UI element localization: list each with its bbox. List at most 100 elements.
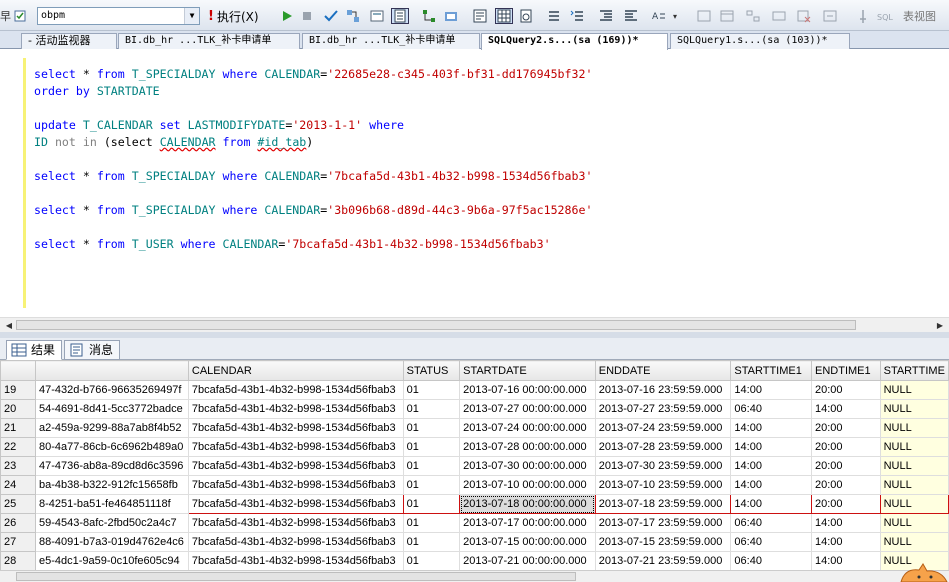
table-cell[interactable]: 06:40 <box>730 513 813 533</box>
column-header[interactable]: ENDTIME1 <box>811 360 881 381</box>
row-number[interactable]: 26 <box>0 513 36 533</box>
table-cell[interactable]: 2013-07-17 00:00:00.000 <box>459 513 596 533</box>
table-row[interactable]: 25 8-4251-ba51-fe464851118f 7bcafa5d-43b1-… <box>0 494 949 514</box>
column-header[interactable]: STARTDATE <box>459 360 596 381</box>
debug-play-icon[interactable] <box>279 8 295 24</box>
table-cell[interactable]: 7bcafa5d-43b1-4b32-b998-1534d56fbab3 <box>187 418 404 438</box>
table-row[interactable]: 22 80-4a77-86cb-6c6962b489a0 7bcafa5d-43b1… <box>0 437 949 457</box>
sql-code[interactable]: select * from T_SPECIALDAY where CALENDA… <box>34 66 592 253</box>
code-line[interactable]: select * from T_SPECIALDAY where CALENDA… <box>34 66 592 83</box>
code-line[interactable] <box>34 151 592 168</box>
code-line[interactable]: select * from T_SPECIALDAY where CALENDA… <box>34 202 592 219</box>
column-header[interactable] <box>34 360 189 381</box>
table-cell[interactable]: 01 <box>402 513 461 533</box>
table-cell[interactable]: 14:00 <box>811 532 881 552</box>
table-row[interactable]: 27 88-4091-b7a3-019d4762e4c6 7bcafa5d-43b1… <box>0 532 949 552</box>
manage-indexes-icon[interactable] <box>771 8 787 24</box>
comment-icon[interactable] <box>546 8 562 24</box>
table-cell[interactable]: 06:40 <box>730 532 813 552</box>
table-cell[interactable]: 01 <box>402 456 461 476</box>
designer-icon[interactable] <box>696 8 712 24</box>
table-cell[interactable]: 2013-07-10 23:59:59.000 <box>594 475 732 495</box>
code-line[interactable]: select * from T_SPECIALDAY where CALENDA… <box>34 168 592 185</box>
row-number-header[interactable] <box>0 360 36 381</box>
tab-messages[interactable]: 消息 <box>64 340 121 360</box>
table-cell[interactable]: 7bcafa5d-43b1-4b32-b998-1534d56fbab3 <box>187 551 404 570</box>
table-cell[interactable]: 20:00 <box>811 418 881 438</box>
table-cell[interactable]: NULL <box>879 456 949 476</box>
table-cell[interactable]: 2013-07-18 00:00:00.000 <box>459 494 596 514</box>
table-cell[interactable]: 2013-07-30 23:59:59.000 <box>594 456 732 476</box>
table-cell[interactable]: 01 <box>402 551 461 570</box>
table-cell[interactable]: NULL <box>879 532 949 552</box>
query-options-icon[interactable] <box>369 8 385 24</box>
table-cell[interactable]: 47-432d-b766-96635269497f <box>34 380 189 400</box>
table-cell[interactable]: 14:00 <box>730 380 813 400</box>
sql-code-editor[interactable]: select * from T_SPECIALDAY where CALENDA… <box>0 50 949 317</box>
table-cell[interactable]: 7bcafa5d-43b1-4b32-b998-1534d56fbab3 <box>187 437 404 457</box>
table-cell[interactable]: 14:00 <box>811 513 881 533</box>
chevron-down-icon[interactable]: ▼ <box>184 8 199 24</box>
relationships-icon[interactable] <box>745 8 761 24</box>
row-number[interactable]: 20 <box>0 399 36 419</box>
table-cell[interactable]: 2013-07-27 23:59:59.000 <box>594 399 732 419</box>
table-cell[interactable]: NULL <box>879 475 949 495</box>
table-cell[interactable]: 2013-07-28 23:59:59.000 <box>594 437 732 457</box>
table-cell[interactable]: 7bcafa5d-43b1-4b32-b998-1534d56fbab3 <box>187 494 404 514</box>
pin-icon[interactable] <box>855 8 871 24</box>
table-cell[interactable]: 2013-07-16 00:00:00.000 <box>459 380 596 400</box>
table-cell[interactable]: 01 <box>402 475 461 495</box>
row-number[interactable]: 28 <box>0 551 36 570</box>
code-line[interactable]: update T_CALENDAR set LASTMODIFYDATE='20… <box>34 117 592 134</box>
tab-activity-monitor[interactable]: - 活动监视器 <box>21 33 117 49</box>
parse-icon[interactable] <box>13 8 29 24</box>
table-cell[interactable]: NULL <box>879 494 949 514</box>
table-cell[interactable]: 2013-07-24 00:00:00.000 <box>459 418 596 438</box>
database-dropdown[interactable]: obpm ▼ <box>37 7 200 25</box>
table-cell[interactable]: 2013-07-30 00:00:00.000 <box>459 456 596 476</box>
table-cell[interactable]: NULL <box>879 399 949 419</box>
estimated-plan-icon[interactable] <box>345 8 361 24</box>
table-cell[interactable]: 7bcafa5d-43b1-4b32-b998-1534d56fbab3 <box>187 532 404 552</box>
table-cell[interactable]: 7bcafa5d-43b1-4b32-b998-1534d56fbab3 <box>187 475 404 495</box>
table-cell[interactable]: 20:00 <box>811 475 881 495</box>
table-cell[interactable]: 2013-07-21 23:59:59.000 <box>594 551 732 570</box>
code-line[interactable]: ID not in (select CALENDAR from #id_tab) <box>34 134 592 151</box>
table-cell[interactable]: 01 <box>402 418 461 438</box>
editor-horizontal-scrollbar[interactable]: ◀ ▶ <box>0 317 949 332</box>
table-cell[interactable]: NULL <box>879 513 949 533</box>
row-number[interactable]: 24 <box>0 475 36 495</box>
tab-sqlquery1[interactable]: SQLQuery1.s...(sa (103))* <box>670 33 850 49</box>
table-cell[interactable]: ba-4b38-b322-912fc15658fb <box>34 475 189 495</box>
column-header[interactable]: ENDDATE <box>594 360 732 381</box>
check-constraints-icon[interactable] <box>822 8 838 24</box>
decrease-indent-icon[interactable] <box>598 8 614 24</box>
table-cell[interactable]: 14:00 <box>811 399 881 419</box>
results-grid-toggle-icon[interactable] <box>495 8 513 24</box>
table-cell[interactable]: 80-4a77-86cb-6c6962b489a0 <box>34 437 189 457</box>
table-cell[interactable]: 7bcafa5d-43b1-4b32-b998-1534d56fbab3 <box>187 399 404 419</box>
table-cell[interactable]: 8-4251-ba51-fe464851118f <box>34 494 189 514</box>
table-cell[interactable]: 2013-07-27 00:00:00.000 <box>459 399 596 419</box>
table-cell[interactable]: 01 <box>402 399 461 419</box>
column-header[interactable]: CALENDAR <box>187 360 404 381</box>
table-cell[interactable]: 2013-07-15 23:59:59.000 <box>594 532 732 552</box>
table-cell[interactable]: 06:40 <box>730 551 813 570</box>
table-cell[interactable]: 06:40 <box>730 399 813 419</box>
client-stats-icon[interactable] <box>443 8 459 24</box>
table-cell[interactable]: NULL <box>879 437 949 457</box>
table-row[interactable]: 23 47-4736-ab8a-89cd8d6c3596 7bcafa5d-43b1… <box>0 456 949 476</box>
table-cell[interactable]: 14:00 <box>730 475 813 495</box>
table-cell[interactable]: a2-459a-9299-88a7ab8f4b52 <box>34 418 189 438</box>
show-schema-label[interactable]: 表视图 <box>903 8 936 24</box>
scrollbar-thumb[interactable] <box>16 572 576 581</box>
table-cell[interactable]: 14:00 <box>730 456 813 476</box>
table-cell[interactable]: 88-4091-b7a3-019d4762e4c6 <box>34 532 189 552</box>
code-line[interactable]: select * from T_USER where CALENDAR='7bc… <box>34 236 592 253</box>
scroll-left-icon[interactable]: ◀ <box>2 319 16 332</box>
grid-horizontal-scrollbar[interactable] <box>0 570 949 582</box>
table-cell[interactable]: NULL <box>879 418 949 438</box>
table-cell[interactable]: 54-4691-8d41-5cc3772badce <box>34 399 189 419</box>
table-row[interactable]: 19 47-432d-b766-96635269497f 7bcafa5d-43b1… <box>0 380 949 400</box>
results-to-text-icon[interactable] <box>472 8 488 24</box>
